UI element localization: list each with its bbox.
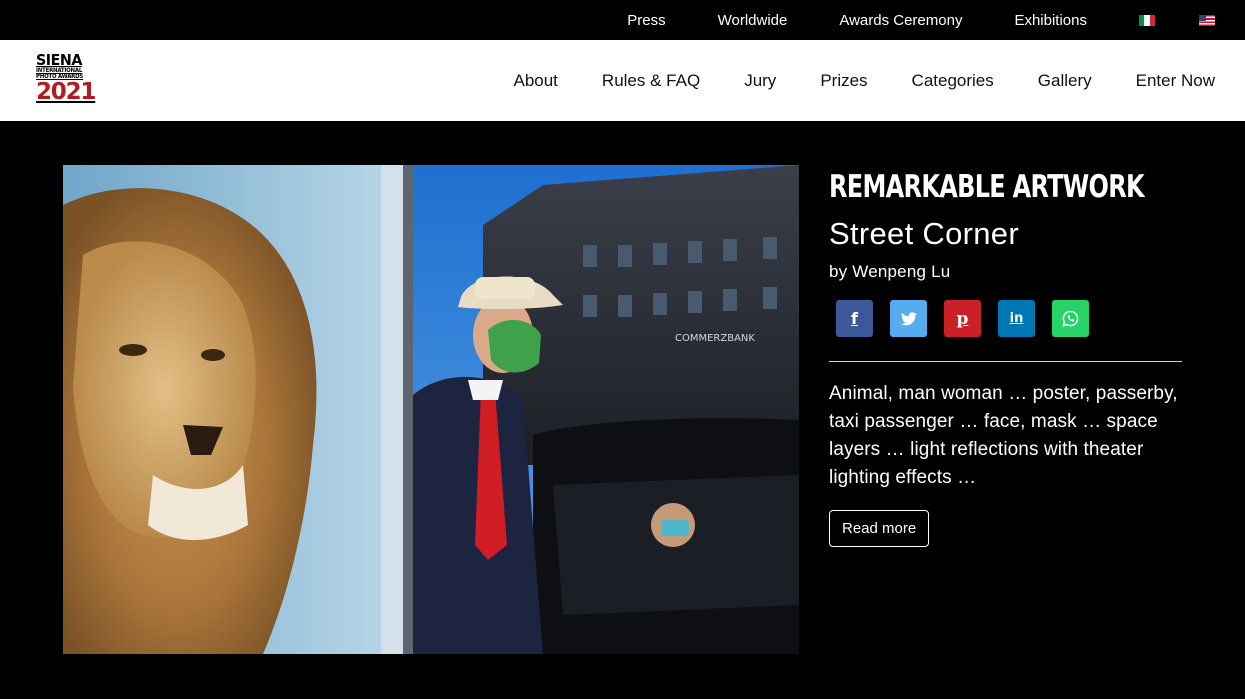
top-nav-awards-ceremony[interactable]: Awards Ceremony xyxy=(839,12,962,29)
street-corner-photo-illustration: COMMERZBANK xyxy=(63,165,799,654)
award-category-heading: REMARKABLE ARTWORK xyxy=(829,169,1145,205)
share-linkedin-button[interactable]: in xyxy=(998,300,1035,337)
artwork-info-panel: REMARKABLE ARTWORK Street Corner by Wenp… xyxy=(829,168,1189,547)
main-nav: About Rules & FAQ Jury Prizes Categories… xyxy=(469,40,1215,121)
top-nav-press[interactable]: Press xyxy=(627,12,665,29)
divider xyxy=(829,361,1182,362)
read-more-button[interactable]: Read more xyxy=(829,510,930,547)
site-logo[interactable]: SIENA INTERNATIONAL PHOTO AWARDS 2021 xyxy=(36,51,96,109)
nav-categories[interactable]: Categories xyxy=(912,71,994,91)
top-nav-worldwide[interactable]: Worldwide xyxy=(718,12,788,29)
top-nav-exhibitions[interactable]: Exhibitions xyxy=(1014,12,1087,29)
artwork-author: by Wenpeng Lu xyxy=(829,262,951,281)
whatsapp-icon xyxy=(1062,310,1079,327)
share-pinterest-button[interactable]: p xyxy=(944,300,981,337)
top-nav: Press Worldwide Awards Ceremony Exhibiti… xyxy=(627,0,1245,40)
share-buttons: f p in xyxy=(829,300,1189,337)
us-flag-icon xyxy=(1199,15,1215,27)
facebook-icon: f xyxy=(851,309,858,328)
top-bar: Press Worldwide Awards Ceremony Exhibiti… xyxy=(0,0,1245,40)
logo-year: 2021 xyxy=(36,79,96,105)
share-whatsapp-button[interactable] xyxy=(1052,300,1089,337)
language-italian[interactable] xyxy=(1139,14,1199,26)
commerzbank-sign: COMMERZBANK xyxy=(675,333,755,344)
nav-about[interactable]: About xyxy=(513,71,557,91)
artwork-photo[interactable]: COMMERZBANK xyxy=(63,165,799,654)
twitter-icon xyxy=(900,311,917,325)
italian-flag-icon xyxy=(1139,14,1155,26)
artwork-title: Street Corner xyxy=(829,216,1019,251)
nav-prizes[interactable]: Prizes xyxy=(820,71,867,91)
pinterest-icon: p xyxy=(956,308,969,329)
nav-gallery[interactable]: Gallery xyxy=(1038,71,1092,91)
share-twitter-button[interactable] xyxy=(890,300,927,337)
nav-jury[interactable]: Jury xyxy=(744,71,776,91)
linkedin-icon: in xyxy=(1009,311,1024,326)
nav-rules-faq[interactable]: Rules & FAQ xyxy=(602,71,700,91)
share-facebook-button[interactable]: f xyxy=(836,300,873,337)
main-header: SIENA INTERNATIONAL PHOTO AWARDS 2021 Ab… xyxy=(0,40,1245,121)
nav-enter-now[interactable]: Enter Now xyxy=(1136,71,1215,91)
language-english[interactable] xyxy=(1199,12,1245,29)
logo-line-siena: SIENA xyxy=(36,51,82,69)
artwork-description: Animal, man woman … poster, passerby, ta… xyxy=(829,383,1178,488)
